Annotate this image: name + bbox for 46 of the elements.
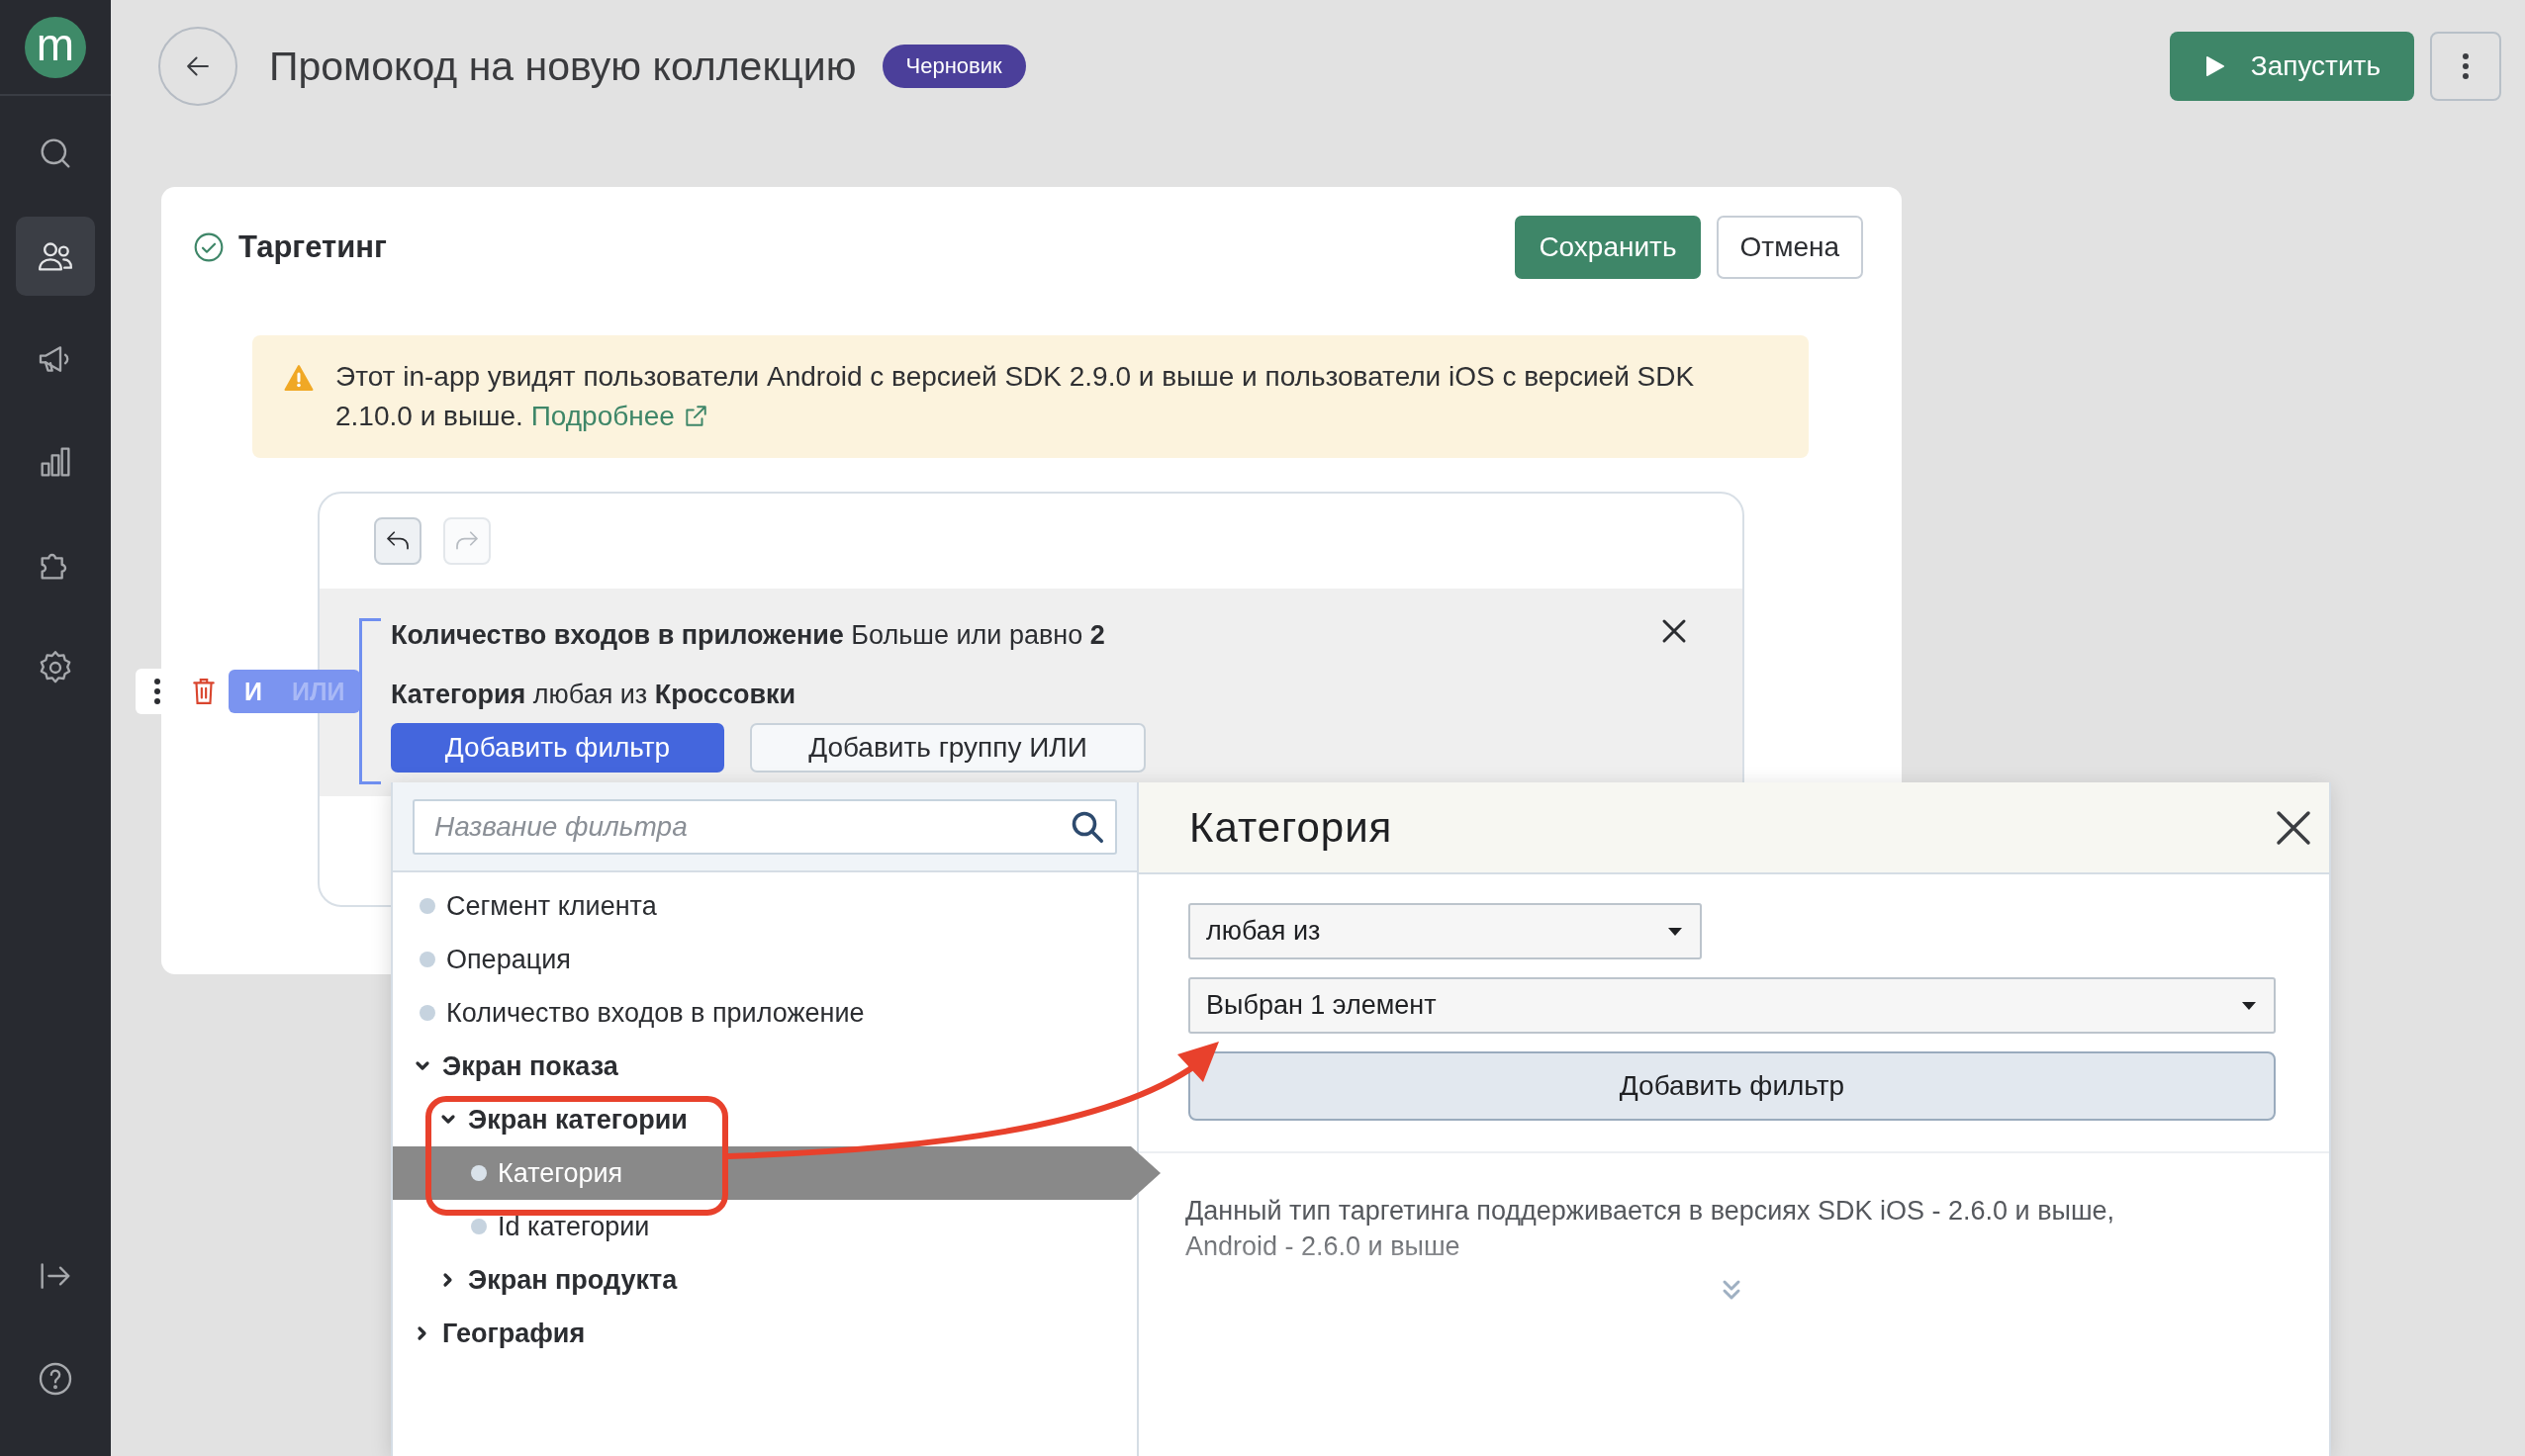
trash-icon[interactable]	[191, 678, 217, 705]
warning-icon	[284, 364, 314, 392]
bullet-icon	[471, 1165, 487, 1181]
close-icon	[2276, 809, 2311, 846]
tree-item[interactable]: Id категории	[393, 1200, 1137, 1253]
tree-item[interactable]: Категория	[393, 1146, 1161, 1200]
page-title: Промокод на новую коллекцию	[269, 43, 857, 90]
panel-title: Категория	[1189, 803, 1393, 852]
play-icon	[2204, 55, 2225, 77]
nav-item[interactable]	[16, 217, 95, 296]
value-dropdown[interactable]: Выбран 1 элемент	[1188, 977, 2276, 1034]
add-group-button[interactable]: Добавить группу ИЛИ	[750, 723, 1146, 773]
caret-icon	[1668, 927, 1682, 936]
save-button[interactable]: Сохранить	[1515, 216, 1701, 279]
tree-item[interactable]: Экран продукта	[393, 1253, 1137, 1307]
status-badge: Черновик	[882, 45, 1026, 88]
add-filter-button[interactable]: Добавить фильтр	[391, 723, 724, 773]
section-title: Таргетинг	[238, 229, 387, 265]
check-circle-icon	[193, 231, 225, 263]
bullet-icon	[471, 1219, 487, 1234]
bullet-icon	[420, 1005, 435, 1021]
close-button[interactable]	[2276, 809, 2311, 846]
run-button[interactable]: Запустить	[2169, 32, 2414, 101]
tree-item[interactable]: Количество входов в приложение	[393, 986, 1137, 1040]
tree-item[interactable]: Экран показа	[393, 1040, 1137, 1093]
bullet-icon	[420, 898, 435, 914]
filter-condition: Количество входов в приложение Больше или равно 2	[391, 619, 1106, 652]
undo-button[interactable]	[374, 517, 421, 565]
tree-item[interactable]: Сегмент клиента	[393, 879, 1137, 933]
app-logo[interactable]: m	[25, 16, 86, 78]
add-filter-button[interactable]: Добавить фильтр	[1188, 1051, 2276, 1121]
tree-item[interactable]: Операция	[393, 933, 1137, 986]
kebab-icon	[153, 678, 161, 705]
filter-condition: Категория любая из Кроссовки	[391, 679, 797, 711]
more-link[interactable]: Подробнее	[530, 397, 708, 436]
tree-item[interactable]: Экран категории	[393, 1093, 1137, 1146]
bullet-icon	[420, 952, 435, 967]
support-note: Данный тип таргетинга поддерживается в версиях SDK iOS - 2.6.0 и выше, Android - 2.6.0 и выше	[1185, 1195, 2116, 1263]
cancel-button[interactable]: Отмена	[1716, 216, 1863, 279]
search-field[interactable]: Название фильтра	[413, 798, 1117, 855]
operator-dropdown[interactable]: любая из	[1188, 903, 1702, 959]
kebab-icon	[2462, 52, 2470, 80]
close-icon[interactable]	[1661, 618, 1687, 644]
tree-item[interactable]: География	[393, 1307, 1137, 1360]
caret-icon	[2242, 1001, 2256, 1010]
warning-text: Этот in-app увидят пользователи Android с версией SDK 2.9.0 и выше и пользователи iOS с версией SDK 2.10.0 и выше. Подробнее	[335, 357, 1779, 436]
